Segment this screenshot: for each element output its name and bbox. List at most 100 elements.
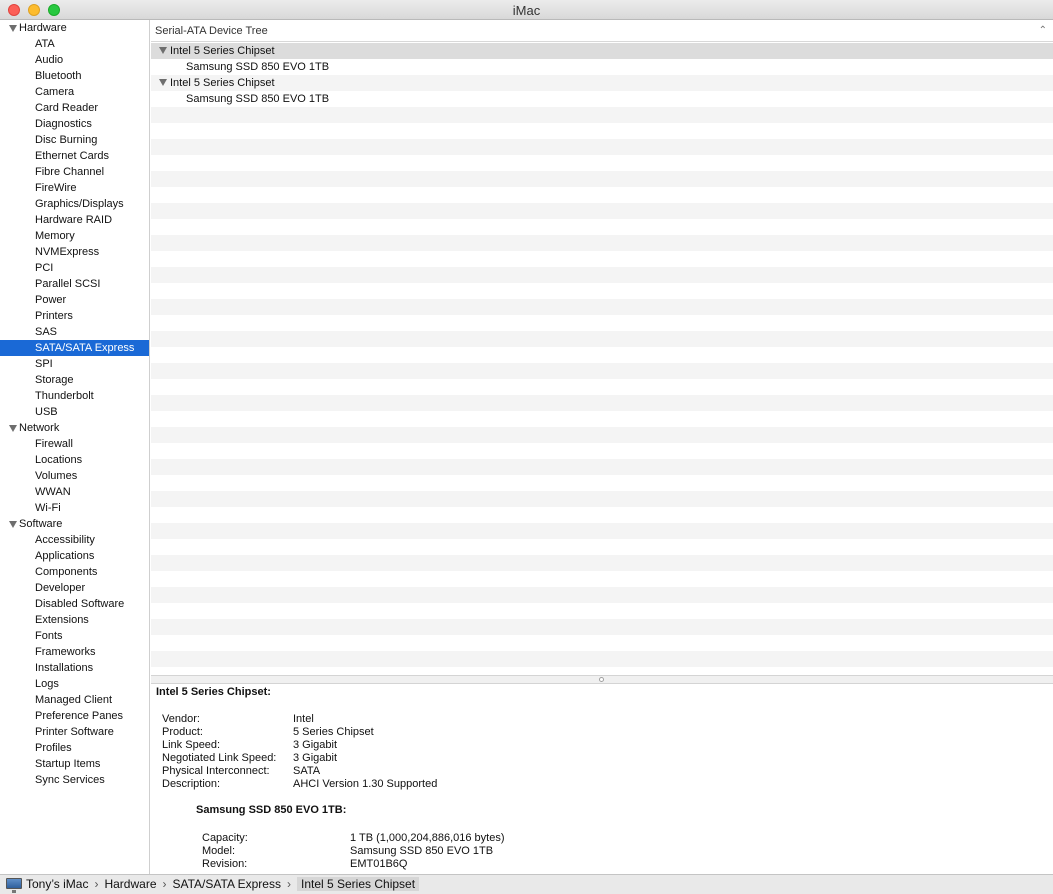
device-value: EMT01B6Q <box>350 858 408 870</box>
sidebar-item-card-reader[interactable]: Card Reader <box>0 100 149 116</box>
sidebar-item-label: Memory <box>35 230 75 242</box>
sidebar-item-sata-sata-express[interactable]: SATA/SATA Express <box>0 340 149 356</box>
sidebar-item-label: Fonts <box>35 630 63 642</box>
sidebar-item-components[interactable]: Components <box>0 564 149 580</box>
sidebar-item-logs[interactable]: Logs <box>0 676 149 692</box>
tree-stripe <box>151 107 1053 123</box>
breadcrumb-item[interactable]: Tony’s iMac <box>26 877 88 891</box>
sidebar-section-network[interactable]: Network <box>0 420 149 436</box>
sidebar-item-nvmexpress[interactable]: NVMExpress <box>0 244 149 260</box>
disclosure-triangle-icon[interactable] <box>159 47 167 54</box>
sidebar-item-installations[interactable]: Installations <box>0 660 149 676</box>
sidebar-item-label: SATA/SATA Express <box>35 342 135 354</box>
sidebar-item-diagnostics[interactable]: Diagnostics <box>0 116 149 132</box>
sidebar-item-fibre-channel[interactable]: Fibre Channel <box>0 164 149 180</box>
sidebar-item-memory[interactable]: Memory <box>0 228 149 244</box>
sidebar-item-wwan[interactable]: WWAN <box>0 484 149 500</box>
sidebar-item-volumes[interactable]: Volumes <box>0 468 149 484</box>
sidebar-item-camera[interactable]: Camera <box>0 84 149 100</box>
sidebar-item-label: Power <box>35 294 67 306</box>
sidebar-item-label: Printer Software <box>35 726 114 738</box>
sidebar-item-spi[interactable]: SPI <box>0 356 149 372</box>
sidebar-item-pci[interactable]: PCI <box>0 260 149 276</box>
sidebar-item-label: PCI <box>35 262 54 274</box>
sidebar-item-startup-items[interactable]: Startup Items <box>0 756 149 772</box>
disclosure-triangle-icon[interactable] <box>9 425 17 432</box>
sidebar-item-disabled-software[interactable]: Disabled Software <box>0 596 149 612</box>
sidebar-section-software[interactable]: Software <box>0 516 149 532</box>
sidebar-item-sas[interactable]: SAS <box>0 324 149 340</box>
sidebar-item-graphics-displays[interactable]: Graphics/Displays <box>0 196 149 212</box>
tree-row[interactable]: Samsung SSD 850 EVO 1TB <box>151 91 1053 107</box>
sidebar-item-frameworks[interactable]: Frameworks <box>0 644 149 660</box>
sidebar-item-bluetooth[interactable]: Bluetooth <box>0 68 149 84</box>
sidebar-item-ethernet-cards[interactable]: Ethernet Cards <box>0 148 149 164</box>
sidebar-item-label: Developer <box>35 582 86 594</box>
sidebar-item-ata[interactable]: ATA <box>0 36 149 52</box>
detail-value: 3 Gigabit <box>293 739 338 751</box>
sidebar-item-preference-panes[interactable]: Preference Panes <box>0 708 149 724</box>
breadcrumb-item[interactable]: Hardware <box>104 877 156 891</box>
tree-row-label: Intel 5 Series Chipset <box>170 77 275 89</box>
disclosure-triangle-icon[interactable] <box>9 25 17 32</box>
sidebar-item-managed-client[interactable]: Managed Client <box>0 692 149 708</box>
tree-row-label: Samsung SSD 850 EVO 1TB <box>186 61 330 73</box>
breadcrumb-item[interactable]: Intel 5 Series Chipset <box>296 877 420 891</box>
sidebar-item-storage[interactable]: Storage <box>0 372 149 388</box>
divider-handle-icon[interactable] <box>599 677 604 682</box>
sidebar-item-hardware-raid[interactable]: Hardware RAID <box>0 212 149 228</box>
breadcrumb: Tony’s iMac › Hardware › SATA/SATA Express › I… <box>26 875 420 894</box>
tree-stripe <box>151 219 1053 235</box>
tree-stripe <box>151 395 1053 411</box>
sidebar-section-label: Network <box>19 422 60 434</box>
disclosure-triangle-icon[interactable] <box>159 79 167 86</box>
tree-row[interactable]: Intel 5 Series Chipset <box>151 43 1053 59</box>
detail-key: Negotiated Link Speed: <box>162 752 277 764</box>
tree-row[interactable]: Intel 5 Series Chipset <box>151 75 1053 91</box>
tree-row[interactable]: Samsung SSD 850 EVO 1TB <box>151 59 1053 75</box>
sidebar-item-power[interactable]: Power <box>0 292 149 308</box>
tree-stripe <box>151 619 1053 635</box>
sidebar-item-disc-burning[interactable]: Disc Burning <box>0 132 149 148</box>
detail-key: Link Speed: <box>162 739 221 751</box>
sidebar-item-printer-software[interactable]: Printer Software <box>0 724 149 740</box>
sort-chevron-icon[interactable]: ⌃ <box>1039 20 1047 42</box>
tree-stripe <box>151 379 1053 395</box>
tree-stripe <box>151 267 1053 283</box>
sidebar-item-sync-services[interactable]: Sync Services <box>0 772 149 788</box>
sidebar-item-extensions[interactable]: Extensions <box>0 612 149 628</box>
sidebar-item-wi-fi[interactable]: Wi-Fi <box>0 500 149 516</box>
sidebar-item-printers[interactable]: Printers <box>0 308 149 324</box>
sidebar-section-hardware[interactable]: Hardware <box>0 20 149 36</box>
tree-stripe <box>151 587 1053 603</box>
sidebar-item-label: Frameworks <box>35 646 96 658</box>
sidebar-item-firewire[interactable]: FireWire <box>0 180 149 196</box>
tree-stripe <box>151 571 1053 587</box>
tree-column-header[interactable]: Serial-ATA Device Tree ⌃ <box>151 20 1053 42</box>
sidebar-item-fonts[interactable]: Fonts <box>0 628 149 644</box>
breadcrumb-item[interactable]: SATA/SATA Express <box>173 877 281 891</box>
sidebar-item-audio[interactable]: Audio <box>0 52 149 68</box>
disclosure-triangle-icon[interactable] <box>9 521 17 528</box>
sidebar-item-firewall[interactable]: Firewall <box>0 436 149 452</box>
tree-stripe <box>151 459 1053 475</box>
sidebar-item-label: Diagnostics <box>35 118 92 130</box>
device-tree[interactable]: Intel 5 Series Chipset Samsung SSD 850 EV… <box>151 43 1053 675</box>
sidebar-item-applications[interactable]: Applications <box>0 548 149 564</box>
sidebar-item-thunderbolt[interactable]: Thunderbolt <box>0 388 149 404</box>
sidebar[interactable]: Hardware ATA Audio Bluetooth Camera Card Read… <box>0 20 150 874</box>
sidebar-item-usb[interactable]: USB <box>0 404 149 420</box>
detail-key: Physical Interconnect: <box>162 765 270 777</box>
device-key: Revision: <box>202 858 248 870</box>
sidebar-item-locations[interactable]: Locations <box>0 452 149 468</box>
sidebar-item-parallel-scsi[interactable]: Parallel SCSI <box>0 276 149 292</box>
sidebar-item-label: Thunderbolt <box>35 390 94 402</box>
sidebar-item-profiles[interactable]: Profiles <box>0 740 149 756</box>
breadcrumb-separator: › <box>286 877 291 891</box>
sidebar-item-label: Disc Burning <box>35 134 98 146</box>
sidebar-item-accessibility[interactable]: Accessibility <box>0 532 149 548</box>
split-view-divider[interactable] <box>151 675 1053 684</box>
tree-stripe <box>151 331 1053 347</box>
sidebar-item-label: FireWire <box>35 182 77 194</box>
sidebar-item-developer[interactable]: Developer <box>0 580 149 596</box>
